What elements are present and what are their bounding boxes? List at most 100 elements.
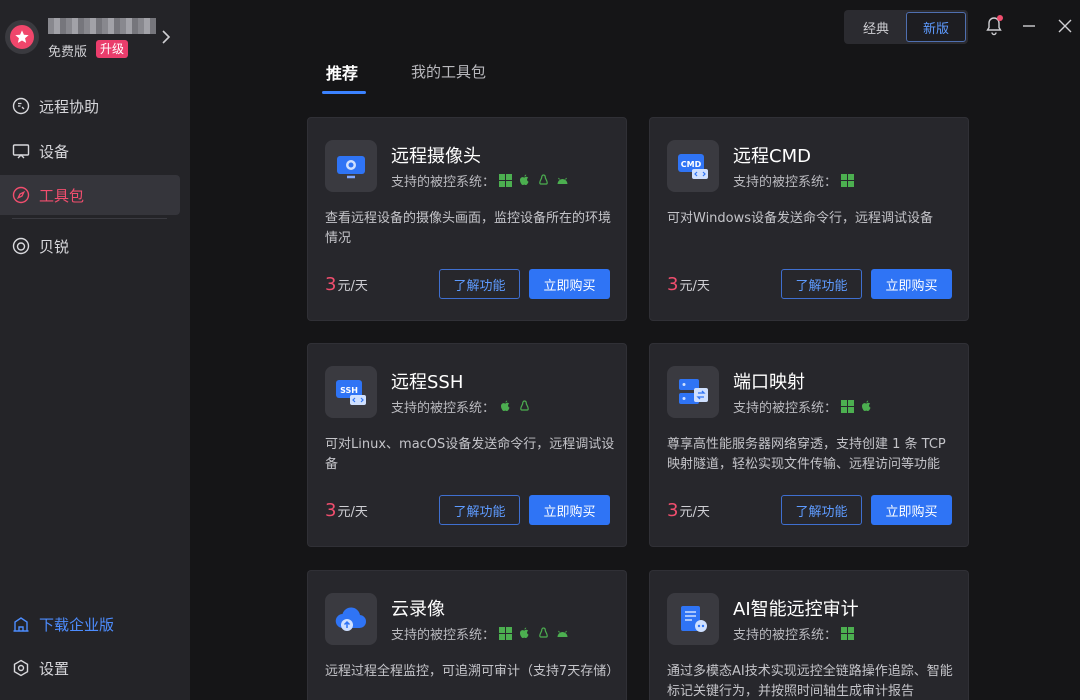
linux-icon <box>520 400 529 411</box>
apple-icon <box>501 400 510 411</box>
buy-now-button[interactable]: 立即购买 <box>529 269 610 299</box>
chevron-right-icon <box>162 30 171 44</box>
price-unit: 元/天 <box>337 279 368 294</box>
card-price: 3元/天 <box>667 274 710 295</box>
divider <box>12 218 167 219</box>
android-icon <box>557 630 568 637</box>
tab-recommend[interactable]: 推荐 <box>326 60 358 84</box>
new-version-button[interactable]: 新版 <box>906 12 966 42</box>
tool-card-remote-ssh: SSH 远程SSH 支持的被控系统： 可对Linux、macOS设备发送命令行，… <box>307 343 627 547</box>
card-price: 3元/天 <box>325 500 368 521</box>
card-title: 远程SSH <box>391 372 464 393</box>
supported-os: 支持的被控系统： <box>733 397 879 416</box>
compass-icon <box>12 186 30 204</box>
os-label: 支持的被控系统： <box>391 401 496 416</box>
os-label: 支持的被控系统： <box>391 175 496 190</box>
price-unit: 元/天 <box>337 505 368 520</box>
os-label: 支持的被控系统： <box>391 628 496 643</box>
card-description: 可对Linux、macOS设备发送命令行，远程调试设备 <box>325 437 615 472</box>
avatar[interactable] <box>5 20 39 54</box>
tool-card-remote-camera: 远程摄像头 支持的被控系统： 查看远程设备的摄像头画面，监控设备所在的环境情况 … <box>307 117 627 321</box>
windows-icon <box>841 400 855 413</box>
notification-dot <box>997 15 1003 21</box>
enterprise-building-icon <box>13 617 29 632</box>
learn-more-button[interactable]: 了解功能 <box>439 495 520 525</box>
oray-icon <box>12 237 30 255</box>
card-description: 查看远程设备的摄像头画面，监控设备所在的环境情况 <box>325 211 612 246</box>
buy-now-button[interactable]: 立即购买 <box>529 495 610 525</box>
apple-icon <box>862 400 871 411</box>
price-number: 3 <box>667 500 679 521</box>
buy-now-button[interactable]: 立即购买 <box>871 495 952 525</box>
sidebar-item-device[interactable]: 设备 <box>0 131 180 171</box>
minimize-icon[interactable] <box>1022 18 1036 34</box>
card-title: 远程摄像头 <box>391 146 481 167</box>
ai-audit-icon <box>667 593 719 645</box>
learn-more-button[interactable]: 了解功能 <box>781 495 862 525</box>
card-description: 远程过程全程监控，可追溯可审计（支持7天存储） <box>325 664 620 679</box>
tab-my-toolkit[interactable]: 我的工具包 <box>411 61 486 82</box>
port-mapping-icon <box>667 366 719 418</box>
supported-os: 支持的被控系统： <box>391 397 537 416</box>
camera-icon <box>325 140 377 192</box>
os-label: 支持的被控系统： <box>733 175 838 190</box>
remote-assist-icon <box>12 97 30 115</box>
windows-icon <box>499 174 513 187</box>
enterprise-label: 下载企业版 <box>39 615 115 634</box>
price-unit: 元/天 <box>679 279 710 294</box>
linux-icon <box>539 627 548 638</box>
sidebar-item-oray[interactable]: 贝锐 <box>0 226 180 266</box>
learn-more-button[interactable]: 了解功能 <box>781 269 862 299</box>
sidebar-item-settings[interactable]: 设置 <box>0 648 180 688</box>
os-label: 支持的被控系统： <box>733 628 838 643</box>
android-icon <box>557 177 568 184</box>
svg-text:CMD: CMD <box>681 160 702 169</box>
card-title: 云录像 <box>391 599 445 620</box>
profile-panel[interactable]: 免费版 升级 <box>0 0 190 72</box>
supported-os: 支持的被控系统： <box>391 624 575 643</box>
buy-now-button[interactable]: 立即购买 <box>871 269 952 299</box>
sidebar-item-toolkit[interactable]: 工具包 <box>0 175 180 215</box>
card-title: 远程CMD <box>733 146 811 167</box>
supported-os: 支持的被控系统： <box>391 171 575 190</box>
username-masked <box>48 18 156 34</box>
sidebar-item-label: 设置 <box>39 659 70 678</box>
tool-card-port-mapping: 端口映射 支持的被控系统： 尊享高性能服务器网络穿透，支持创建 1 条 TCP … <box>649 343 969 547</box>
svg-text:SSH: SSH <box>340 386 358 395</box>
learn-more-button[interactable]: 了解功能 <box>439 269 520 299</box>
download-enterprise-link[interactable]: 下载企业版 <box>0 604 180 644</box>
os-label: 支持的被控系统： <box>733 401 838 416</box>
upgrade-button[interactable]: 升级 <box>96 40 129 58</box>
linux-icon <box>539 174 548 185</box>
supported-os: 支持的被控系统： <box>733 171 860 190</box>
windows-icon <box>841 627 855 640</box>
app-window: 免费版 升级 远程协助 设备 工具包 贝锐 下载企业版 设置 经典 新版 推荐 … <box>0 0 1080 700</box>
card-price: 3元/天 <box>325 274 368 295</box>
supported-os: 支持的被控系统： <box>733 624 860 643</box>
tool-card-ai-audit: AI智能远控审计 支持的被控系统： 通过多模态AI技术实现远控全链路操作追踪、智… <box>649 570 969 700</box>
version-toggle: 经典 新版 <box>844 10 968 44</box>
star-icon <box>10 25 34 49</box>
card-title: AI智能远控审计 <box>733 599 859 620</box>
gear-icon <box>13 659 29 677</box>
active-tab-indicator <box>322 91 366 94</box>
apple-icon <box>520 627 529 638</box>
tool-card-cloud-recording: 云录像 支持的被控系统： 远程过程全程监控，可追溯可审计（支持7天存储） <box>307 570 627 700</box>
ssh-icon: SSH <box>325 366 377 418</box>
plan-label: 免费版 <box>48 45 88 60</box>
card-description: 通过多模态AI技术实现远控全链路操作追踪、智能标记关键行为，并按照时间轴生成审计… <box>667 664 953 699</box>
close-icon[interactable] <box>1057 18 1073 34</box>
tool-card-remote-cmd: CMD 远程CMD 支持的被控系统： 可对Windows设备发送命令行，远程调试… <box>649 117 969 321</box>
device-icon <box>12 144 30 159</box>
price-number: 3 <box>325 500 337 521</box>
card-price: 3元/天 <box>667 500 710 521</box>
classic-version-button[interactable]: 经典 <box>846 12 906 42</box>
cmd-icon: CMD <box>667 140 719 192</box>
card-description: 尊享高性能服务器网络穿透，支持创建 1 条 TCP 映射隧道，轻松实现文件传输、… <box>667 437 946 472</box>
sidebar-item-remote-assist[interactable]: 远程协助 <box>0 86 180 126</box>
price-number: 3 <box>667 274 679 295</box>
sidebar-item-label: 工具包 <box>39 186 85 205</box>
sidebar-item-label: 贝锐 <box>39 237 70 256</box>
card-description: 可对Windows设备发送命令行，远程调试设备 <box>667 211 934 226</box>
windows-icon <box>841 174 855 187</box>
